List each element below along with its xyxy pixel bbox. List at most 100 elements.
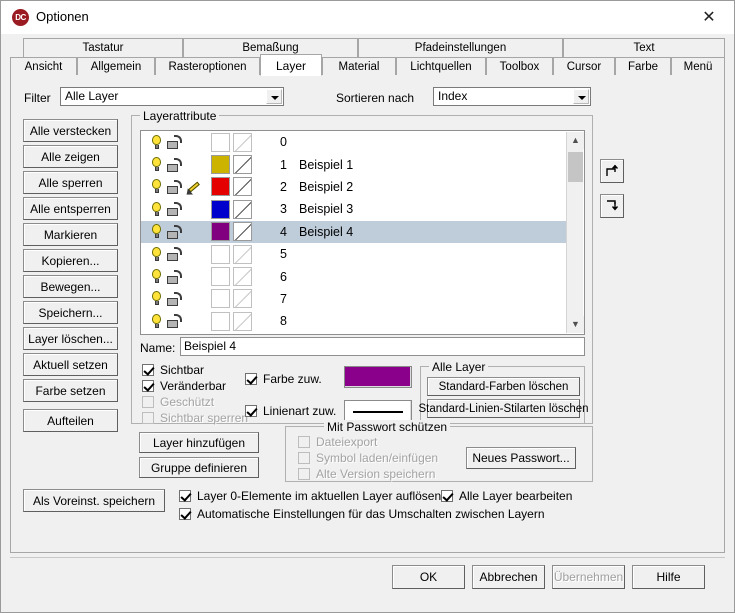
- button-move-up-into-layer[interactable]: [600, 159, 624, 183]
- button-markieren[interactable]: Markieren: [23, 223, 118, 246]
- ok-button[interactable]: OK: [392, 565, 465, 589]
- padlock-open-icon[interactable]: [167, 180, 182, 194]
- lightbulb-icon[interactable]: [151, 314, 162, 329]
- table-row[interactable]: 7: [141, 288, 566, 310]
- help-button[interactable]: Hilfe: [632, 565, 705, 589]
- color-swatch[interactable]: [211, 267, 230, 286]
- button-speichern[interactable]: Speichern...: [23, 301, 118, 324]
- color-swatch[interactable]: [211, 312, 230, 331]
- linetype-preview-swatch[interactable]: [344, 400, 412, 422]
- tab-allgemein[interactable]: Allgemein: [77, 57, 155, 76]
- linetype-swatch[interactable]: [233, 312, 252, 331]
- color-swatch[interactable]: [211, 289, 230, 308]
- checkbox-box[interactable]: [441, 490, 453, 502]
- tab-ansicht[interactable]: Ansicht: [10, 57, 77, 76]
- button-als-voreinst-speichern[interactable]: Als Voreinst. speichern: [23, 489, 165, 512]
- padlock-open-icon[interactable]: [167, 314, 182, 328]
- linetype-swatch[interactable]: [233, 245, 252, 264]
- tab-cursor[interactable]: Cursor: [553, 57, 615, 76]
- button-alle-sperren[interactable]: Alle sperren: [23, 171, 118, 194]
- checkbox-box[interactable]: [179, 508, 191, 520]
- tab-toolbox[interactable]: Toolbox: [486, 57, 553, 76]
- tab-tastatur[interactable]: Tastatur: [23, 38, 183, 57]
- button-layer-hinzufuegen[interactable]: Layer hinzufügen: [139, 432, 259, 453]
- button-kopieren[interactable]: Kopieren...: [23, 249, 118, 272]
- padlock-open-icon[interactable]: [167, 270, 182, 284]
- tab-layer[interactable]: Layer: [260, 54, 322, 76]
- checkbox-linienart-zuweisen[interactable]: Linienart zuw.: [245, 404, 336, 418]
- linetype-swatch[interactable]: [233, 222, 252, 241]
- table-row[interactable]: 3 Beispiel 3: [141, 198, 566, 220]
- table-row[interactable]: 1 Beispiel 1: [141, 153, 566, 175]
- checkbox-box[interactable]: [245, 405, 257, 417]
- scroll-up-icon[interactable]: ▲: [567, 132, 584, 149]
- button-alle-verstecken[interactable]: Alle verstecken: [23, 119, 118, 142]
- linetype-swatch[interactable]: [233, 155, 252, 174]
- button-standard-linien-stilarten-loeschen[interactable]: Standard-Linien-Stilarten löschen: [427, 399, 580, 418]
- padlock-open-icon[interactable]: [167, 247, 182, 261]
- checkbox-sichtbar[interactable]: Sichtbar: [142, 363, 204, 377]
- checkbox-box[interactable]: [245, 373, 257, 385]
- color-swatch[interactable]: [211, 133, 230, 152]
- button-neues-passwort[interactable]: Neues Passwort...: [466, 447, 576, 469]
- table-row[interactable]: 2 Beispiel 2: [141, 176, 566, 198]
- checkbox-layer0-aufloesen[interactable]: Layer 0-Elemente im aktuellen Layer aufl…: [179, 489, 441, 503]
- button-move-down-into-layer[interactable]: [600, 194, 624, 218]
- lightbulb-icon[interactable]: [151, 291, 162, 306]
- layer-list-scrollbar[interactable]: ▲ ▼: [566, 132, 583, 333]
- checkbox-box[interactable]: [142, 364, 154, 376]
- color-swatch[interactable]: [211, 245, 230, 264]
- table-row[interactable]: 5: [141, 243, 566, 265]
- tab-farbe[interactable]: Farbe: [615, 57, 671, 76]
- tab-lichtquellen[interactable]: Lichtquellen: [396, 57, 486, 76]
- button-alle-entsperren[interactable]: Alle entsperren: [23, 197, 118, 220]
- button-bewegen[interactable]: Bewegen...: [23, 275, 118, 298]
- lightbulb-icon[interactable]: [151, 179, 162, 194]
- checkbox-automatische-einstellungen[interactable]: Automatische Einstellungen für das Umsch…: [179, 507, 545, 521]
- checkbox-box[interactable]: [179, 490, 191, 502]
- cancel-button[interactable]: Abbrechen: [472, 565, 545, 589]
- checkbox-farbe-zuweisen[interactable]: Farbe zuw.: [245, 372, 322, 386]
- color-preview-swatch[interactable]: [344, 366, 412, 388]
- checkbox-box[interactable]: [142, 380, 154, 392]
- layer-list[interactable]: 0 1 Beispiel 1: [140, 130, 585, 335]
- button-layer-loeschen[interactable]: Layer löschen...: [23, 327, 118, 350]
- checkbox-veraenderbar[interactable]: Veränderbar: [142, 379, 226, 393]
- tab-text[interactable]: Text: [563, 38, 725, 57]
- linetype-swatch[interactable]: [233, 267, 252, 286]
- color-swatch[interactable]: [211, 222, 230, 241]
- padlock-open-icon[interactable]: [167, 158, 182, 172]
- button-alle-zeigen[interactable]: Alle zeigen: [23, 145, 118, 168]
- table-row[interactable]: 6: [141, 265, 566, 287]
- tab-material[interactable]: Material: [322, 57, 396, 76]
- lightbulb-icon[interactable]: [151, 135, 162, 150]
- close-icon[interactable]: ✕: [694, 7, 724, 29]
- lightbulb-icon[interactable]: [151, 224, 162, 239]
- button-standard-farben-loeschen[interactable]: Standard-Farben löschen: [427, 377, 580, 396]
- chevron-down-icon[interactable]: [573, 89, 589, 104]
- layer-name-input[interactable]: Beispiel 4: [180, 337, 585, 356]
- color-swatch[interactable]: [211, 177, 230, 196]
- button-aufteilen[interactable]: Aufteilen: [23, 409, 118, 432]
- sort-combo[interactable]: Index: [433, 87, 591, 106]
- button-gruppe-definieren[interactable]: Gruppe definieren: [139, 457, 259, 478]
- filter-combo[interactable]: Alle Layer: [60, 87, 284, 106]
- padlock-open-icon[interactable]: [167, 135, 182, 149]
- scroll-down-icon[interactable]: ▼: [567, 316, 584, 333]
- table-row[interactable]: 0: [141, 131, 566, 153]
- lightbulb-icon[interactable]: [151, 157, 162, 172]
- table-row[interactable]: 8: [141, 310, 566, 332]
- lightbulb-icon[interactable]: [151, 269, 162, 284]
- linetype-swatch[interactable]: [233, 200, 252, 219]
- lightbulb-icon[interactable]: [151, 202, 162, 217]
- tab-menue[interactable]: Menü: [671, 57, 725, 76]
- color-swatch[interactable]: [211, 155, 230, 174]
- tab-rasteroptionen[interactable]: Rasteroptionen: [155, 57, 260, 76]
- color-swatch[interactable]: [211, 200, 230, 219]
- checkbox-alle-layer-bearbeiten[interactable]: Alle Layer bearbeiten: [441, 489, 572, 503]
- scrollbar-thumb[interactable]: [568, 152, 583, 182]
- chevron-down-icon[interactable]: [266, 89, 282, 104]
- linetype-swatch[interactable]: [233, 133, 252, 152]
- button-aktuell-setzen[interactable]: Aktuell setzen: [23, 353, 118, 376]
- button-farbe-setzen[interactable]: Farbe setzen: [23, 379, 118, 402]
